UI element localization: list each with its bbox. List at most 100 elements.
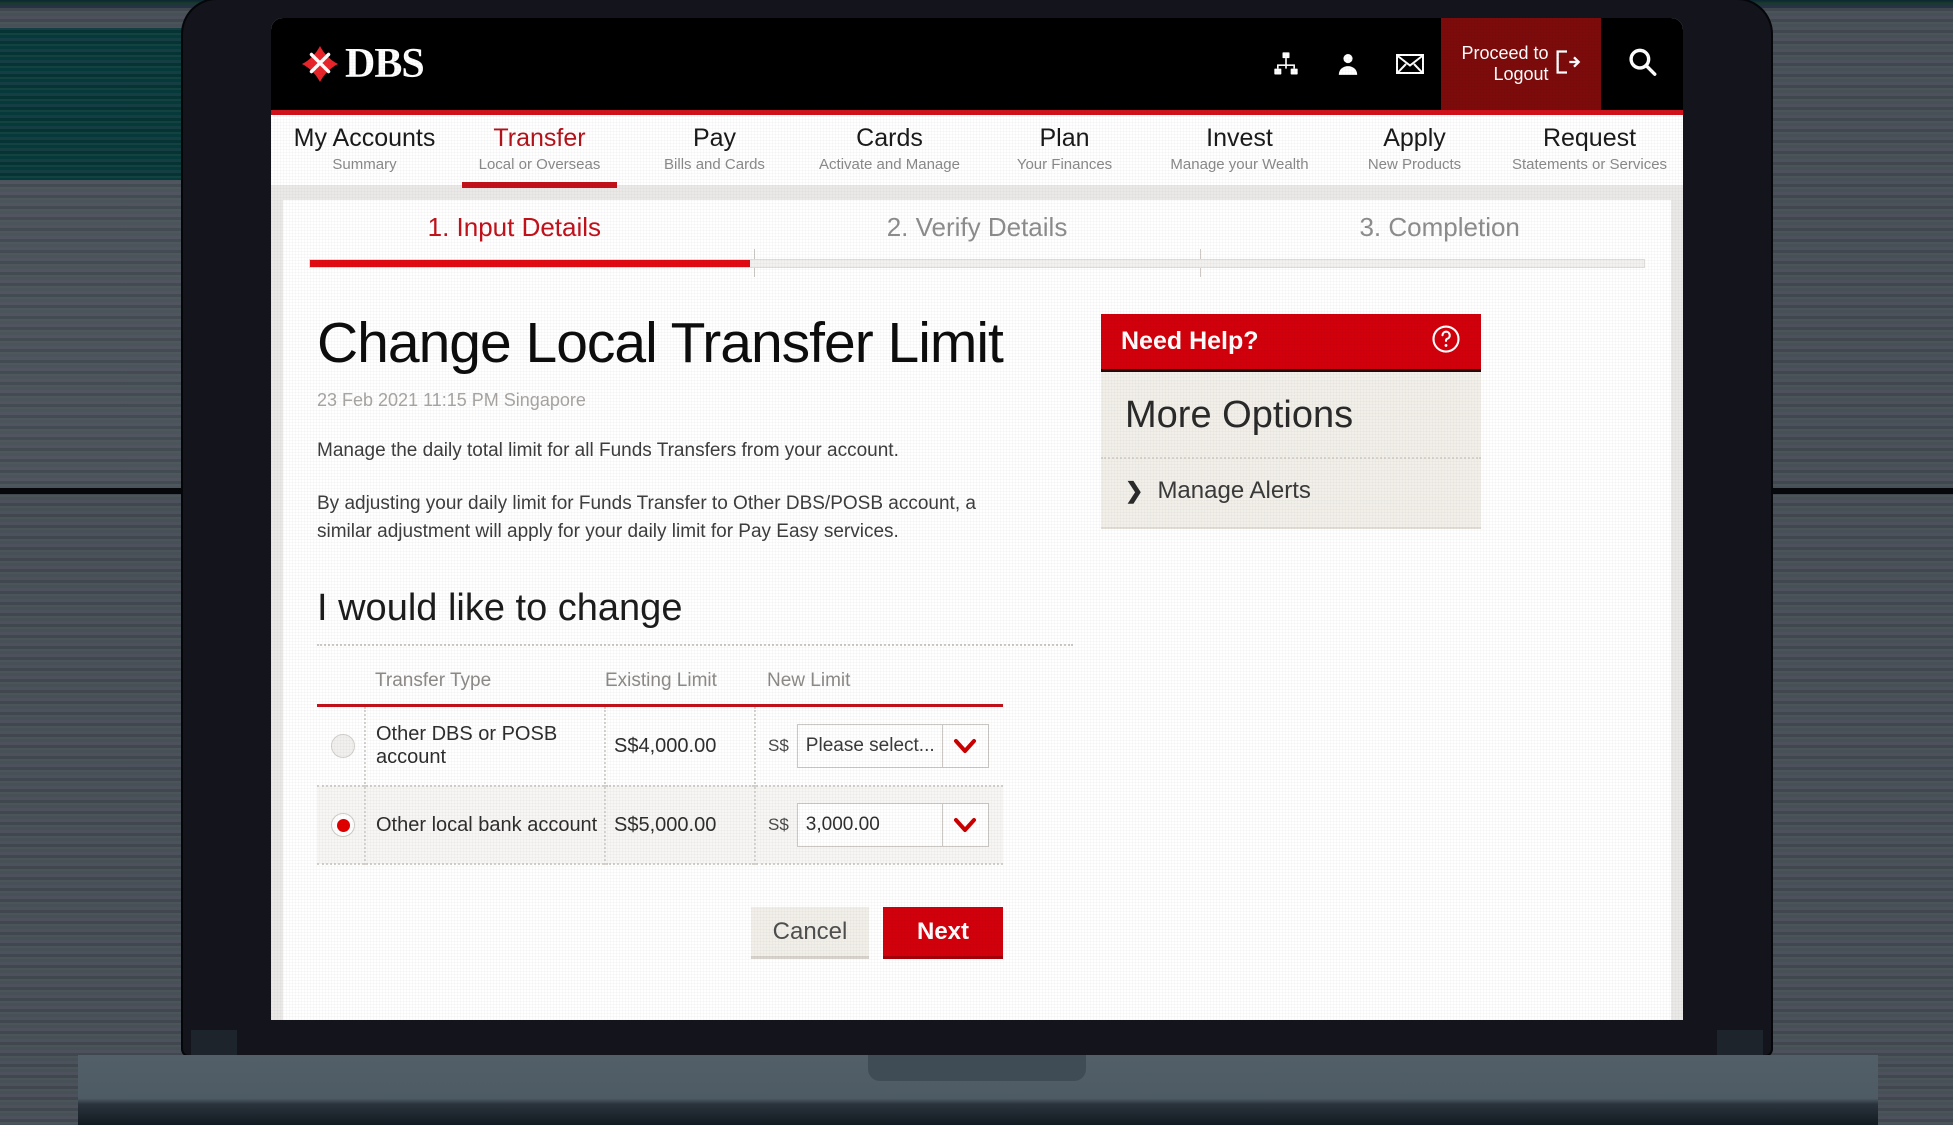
nav-item-plan[interactable]: Plan Your Finances [977, 115, 1152, 185]
logout-label-line1: Proceed to [1461, 43, 1549, 64]
background-panel-left [0, 180, 182, 488]
section-title: I would like to change [317, 587, 683, 630]
column-header-new-limit: New Limit [767, 670, 851, 692]
nav-item-transfer[interactable]: Transfer Local or Overseas [452, 115, 627, 188]
sidebar-item-label: Manage Alerts [1157, 477, 1311, 504]
nav-item-my-accounts[interactable]: My Accounts Summary [277, 115, 452, 185]
logout-label-line2: Logout [1493, 64, 1549, 84]
column-header-transfer-type: Transfer Type [375, 670, 492, 692]
top-bar: DBS Proceed to Logout [271, 18, 1683, 110]
nav-title: Pay [692, 124, 737, 152]
nav-subtitle: Bills and Cards [664, 155, 765, 173]
main-column: Change Local Transfer Limit 23 Feb 2021 … [283, 311, 1073, 960]
table-row[interactable]: Other DBS or POSB account S$4,000.00 S$ … [317, 705, 1003, 787]
nav-item-invest[interactable]: Invest Manage your Wealth [1152, 115, 1327, 185]
radio-dot [336, 818, 350, 832]
row-select-cell[interactable] [317, 705, 366, 787]
new-limit-control-group: S$ Please select... [756, 724, 1003, 769]
row-select-cell[interactable] [317, 786, 366, 865]
proceed-to-logout-button[interactable]: Proceed to Logout [1441, 18, 1601, 110]
cell-new-limit: S$ Please select... [755, 706, 1003, 787]
form-actions: Cancel Next [317, 907, 1003, 960]
laptop-screen: DBS Proceed to Logout My Accounts Summar… [271, 18, 1683, 1020]
nav-title: My Accounts [293, 124, 436, 152]
question-circle-icon[interactable] [1431, 324, 1461, 359]
table-row[interactable]: Other local bank account S$5,000.00 S$ 3… [317, 786, 1003, 865]
dbs-logo[interactable]: DBS [301, 41, 425, 87]
page-content: 1. Input Details 2. Verify Details 3. Co… [283, 200, 1671, 1020]
cell-new-limit: S$ 3,000.00 [755, 786, 1003, 864]
more-options-title: More Options [1101, 372, 1481, 459]
cell-existing-limit: S$5,000.00 [605, 786, 756, 865]
radio-other-local-bank[interactable] [331, 813, 355, 838]
cell-transfer-type: Other DBS or POSB account [365, 705, 606, 787]
cell-existing-limit: S$4,000.00 [605, 705, 756, 787]
page-title: Change Local Transfer Limit [317, 311, 1004, 375]
logout-icon [1553, 48, 1581, 81]
new-limit-select-dbs-posb[interactable]: Please select... [796, 724, 989, 769]
laptop-foot-left [191, 1030, 237, 1055]
next-button[interactable]: Next [883, 907, 1003, 960]
cancel-button[interactable]: Cancel [751, 907, 869, 960]
step-progress-fill [310, 260, 751, 267]
nav-title: Plan [1039, 124, 1090, 152]
table-body: Other DBS or POSB account S$4,000.00 S$ … [317, 705, 1003, 865]
nav-subtitle: New Products [1367, 155, 1462, 173]
radio-other-dbs-posb[interactable] [331, 734, 355, 759]
nav-title: Transfer [493, 124, 586, 152]
cell-transfer-type: Other local bank account [365, 786, 606, 865]
search-button[interactable] [1601, 18, 1683, 110]
dbs-star-icon [301, 45, 339, 83]
nav-item-cards[interactable]: Cards Activate and Manage [802, 115, 977, 185]
background-teal-block [0, 28, 182, 180]
nav-subtitle: Statements or Services [1511, 155, 1668, 173]
step-progress-bar [309, 259, 1645, 268]
nav-subtitle: Manage your Wealth [1170, 155, 1309, 173]
nav-title: Request [1542, 124, 1637, 152]
need-help-title: Need Help? [1121, 327, 1259, 355]
sidebar-item-manage-alerts[interactable]: ❯ Manage Alerts [1101, 459, 1481, 529]
laptop-mockup: DBS Proceed to Logout My Accounts Summar… [78, 0, 1878, 1125]
envelope-icon[interactable] [1379, 18, 1441, 110]
person-icon[interactable] [1317, 18, 1379, 110]
laptop-foot-right [1717, 1030, 1763, 1055]
content-columns: Change Local Transfer Limit 23 Feb 2021 … [283, 268, 1671, 960]
column-header-select [317, 664, 365, 706]
nav-subtitle: Local or Overseas [478, 155, 601, 173]
sitemap-icon[interactable] [1255, 18, 1317, 110]
sidebar: Need Help? More Options ❯ Manage Alerts [1101, 314, 1481, 959]
currency-prefix: S$ [768, 736, 789, 756]
chevron-down-icon[interactable] [941, 725, 988, 768]
topbar-icon-group: Proceed to Logout [1255, 18, 1683, 110]
column-header-existing-limit: Existing Limit [605, 670, 717, 692]
table-header-row: Transfer Type Existing Limit New Limit [317, 664, 1003, 706]
new-limit-value: Please select... [805, 735, 935, 757]
nav-subtitle: Summary [332, 155, 397, 173]
nav-title: Apply [1383, 124, 1446, 152]
main-navigation: My Accounts Summary Transfer Local or Ov… [271, 115, 1683, 188]
new-limit-select-local-bank[interactable]: 3,000.00 [796, 803, 989, 848]
dbs-wordmark: DBS [345, 41, 425, 87]
logout-label: Proceed to Logout [1461, 43, 1548, 84]
chevron-down-icon[interactable] [941, 804, 988, 847]
nav-item-pay[interactable]: Pay Bills and Cards [627, 115, 802, 185]
dbs-ibanking-page: DBS Proceed to Logout My Accounts Summar… [271, 18, 1683, 1020]
more-options-panel: More Options ❯ Manage Alerts [1101, 372, 1481, 529]
nav-active-underline [462, 182, 617, 188]
intro-paragraph-1: Manage the daily total limit for all Fun… [317, 439, 899, 461]
table-head: Transfer Type Existing Limit New Limit [317, 664, 1003, 706]
new-limit-value: 3,000.00 [805, 814, 880, 836]
section-divider [317, 644, 1073, 647]
nav-title: Invest [1206, 124, 1273, 152]
laptop-trackpad-notch [868, 1055, 1086, 1081]
nav-item-apply[interactable]: Apply New Products [1327, 115, 1502, 185]
transfer-limit-table: Transfer Type Existing Limit New Limit O… [317, 664, 1003, 865]
nav-subtitle: Your Finances [1016, 155, 1113, 173]
nav-item-request[interactable]: Request Statements or Services [1502, 115, 1677, 185]
need-help-header[interactable]: Need Help? [1101, 314, 1481, 372]
new-limit-control-group: S$ 3,000.00 [756, 803, 1003, 848]
nav-title: Cards [856, 124, 923, 152]
intro-paragraph-2: By adjusting your daily limit for Funds … [317, 493, 976, 542]
search-icon [1625, 45, 1659, 84]
currency-prefix: S$ [768, 815, 789, 835]
